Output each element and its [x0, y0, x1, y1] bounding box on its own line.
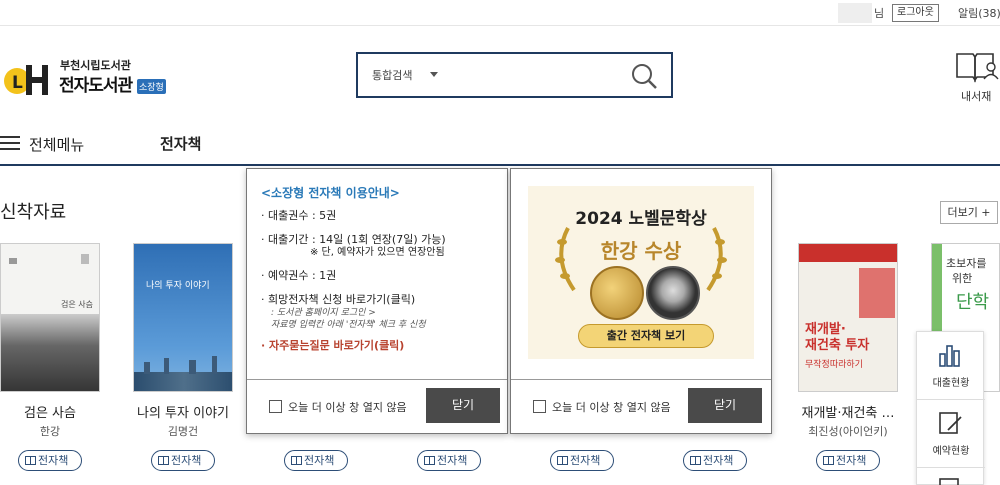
ebook-icon — [823, 456, 834, 465]
loan-count-text: · 대출권수 : 5권 — [261, 209, 337, 222]
hamburger-menu-icon[interactable] — [0, 135, 20, 151]
service-name: 전자도서관 — [59, 76, 133, 96]
ebook-icon — [25, 456, 36, 465]
faq-link[interactable]: · 자주묻는질문 바로가기(클릭) — [261, 339, 501, 353]
book-cover[interactable]: 검은 사슴 — [0, 243, 100, 392]
close-button[interactable]: 닫기 — [426, 388, 500, 423]
ebook-icon — [424, 456, 435, 465]
ebook-badge: 전자책 — [417, 450, 481, 471]
search-icon[interactable] — [630, 62, 658, 90]
nav-ebook-link[interactable]: 전자책 — [160, 133, 201, 154]
quick-menu: 대출현황 예약현황 — [916, 331, 985, 485]
nobel-banner-popup: 2024 노벨문학상 한강 수상 출간 전자책 보기 오늘 더 이상 창 열지 … — [510, 168, 772, 434]
book-author: 한강 — [39, 425, 61, 438]
search-scope-select[interactable]: 통합검색 — [372, 67, 412, 83]
ebook-icon — [690, 456, 701, 465]
wish-note-line1: : 도서관 홈페이지 로그인 > — [271, 308, 376, 318]
nobel-banner[interactable]: 2024 노벨문학상 한강 수상 출간 전자책 보기 — [528, 186, 754, 359]
ebook-badge: 전자책 — [550, 450, 614, 471]
author-photo — [646, 266, 700, 320]
more-button[interactable]: 더보기 + — [940, 201, 998, 224]
book-title[interactable]: 재개발·재건축 … — [778, 402, 918, 421]
dont-show-label[interactable]: 오늘 더 이상 창 열지 않음 — [552, 399, 671, 415]
book-cover[interactable]: 재개발· 재건축 투자 무작정따라하기 — [798, 243, 898, 392]
banner-button[interactable]: 출간 전자책 보기 — [578, 324, 714, 348]
service-tag: 소장형 — [137, 79, 166, 94]
cover-title: 나의 투자 이야기 — [146, 281, 210, 291]
loan-period-note: ※ 단, 예약자가 있으면 연장안됨 — [310, 247, 445, 258]
bar-chart-icon — [939, 345, 960, 367]
book-title[interactable]: 검은 사슴 — [0, 402, 120, 421]
cover-subtitle: 무작정따라하기 — [805, 360, 863, 370]
edit-note-icon — [939, 412, 962, 434]
dont-show-checkbox[interactable] — [533, 400, 546, 413]
ebook-icon — [557, 456, 568, 465]
all-menu-link[interactable]: 전체메뉴 — [29, 134, 84, 155]
loan-status-label: 대출현황 — [932, 378, 970, 389]
ebook-badge: 전자책 — [151, 450, 215, 471]
user-name-masked — [838, 3, 872, 23]
ebook-badge: 전자책 — [816, 450, 880, 471]
cover-title: 재개발· — [805, 322, 846, 337]
user-suffix: 님 — [874, 7, 885, 20]
popup-footer: 오늘 더 이상 창 열지 않음 닫기 — [247, 379, 507, 433]
logo-mark-icon: L — [4, 65, 48, 95]
top-utility-bar: 님 로그아웃 알림(38) — [0, 0, 1000, 26]
dont-show-label[interactable]: 오늘 더 이상 창 열지 않음 — [288, 399, 407, 415]
my-library-label: 내서재 — [961, 90, 992, 103]
wish-ebook-link[interactable]: · 희망전자책 신청 바로가기(클릭) — [261, 293, 501, 307]
ebook-badge: 전자책 — [18, 450, 82, 471]
book-user-icon — [956, 53, 999, 83]
popup-title: <소장형 전자책 이용안내> — [261, 186, 400, 200]
notice-popup-usage: <소장형 전자책 이용안내> · 대출권수 : 5권 · 대출기간 : 14일 … — [246, 168, 508, 434]
logout-button[interactable]: 로그아웃 — [892, 4, 939, 22]
ebook-badge: 전자책 — [683, 450, 747, 471]
wish-note-line2: 자료명 입력칸 아래 '전자책' 체크 후 신청 — [271, 320, 426, 330]
book-title[interactable]: 나의 투자 이야기 — [113, 402, 253, 421]
dont-show-checkbox[interactable] — [269, 400, 282, 413]
cover-title: 단학 — [956, 292, 990, 313]
reserve-status-label: 예약현황 — [932, 446, 970, 457]
reserve-status-button[interactable]: 예약현황 — [917, 400, 985, 468]
svg-text:L: L — [12, 73, 23, 93]
popup-footer: 오늘 더 이상 창 열지 않음 닫기 — [511, 379, 771, 433]
search-bar: 통합검색 — [356, 52, 673, 98]
cover-title: 초보자를 — [946, 257, 987, 270]
ebook-badge: 전자책 — [284, 450, 348, 471]
nobel-medal — [590, 266, 644, 320]
book-cover[interactable]: 나의 투자 이야기 — [133, 243, 233, 392]
ebook-icon — [291, 456, 302, 465]
chevron-down-icon[interactable] — [430, 72, 438, 77]
book-author: 최진성(아이언키) — [808, 425, 888, 438]
library-logo[interactable]: L 부천시립도서관 전자도서관 소장형 — [4, 57, 166, 101]
cover-title: 위한 — [952, 272, 973, 285]
loan-status-button[interactable]: 대출현황 — [917, 332, 985, 400]
partial-quick-icon — [939, 478, 959, 485]
section-title: 신착자료 — [0, 202, 67, 223]
main-nav: 전체메뉴 전자책 — [0, 123, 1000, 166]
banner-name: 한강 수상 — [600, 239, 682, 263]
alarm-link[interactable]: 알림(38) — [958, 5, 1000, 21]
cover-title: 재건축 투자 — [805, 338, 870, 353]
ebook-icon — [158, 456, 169, 465]
loan-period-text: · 대출기간 : 14일 (1회 연장(7일) 가능) — [261, 233, 446, 246]
reserve-count-text: · 예약권수 : 1권 — [261, 269, 337, 282]
my-library-link[interactable]: 내서재 — [953, 50, 1000, 104]
book-author: 김명건 — [167, 425, 199, 438]
close-button[interactable]: 닫기 — [688, 388, 762, 423]
cover-title: 검은 사슴 — [61, 300, 93, 309]
